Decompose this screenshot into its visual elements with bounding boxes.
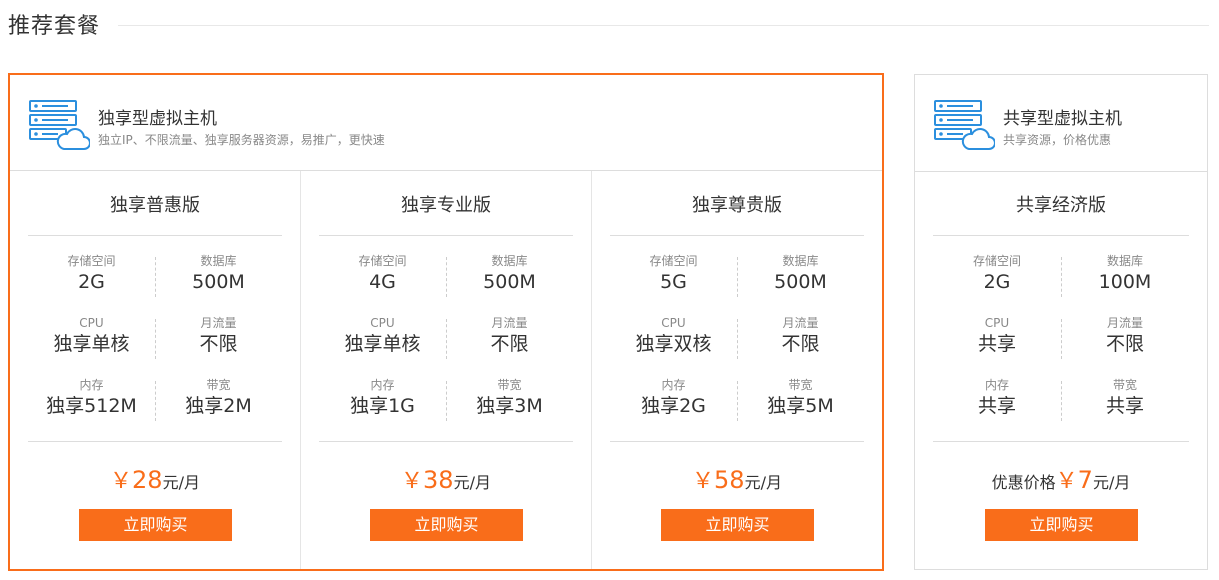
plan-list: 独享普惠版 存储空间 2G 数据库 500M CPU 独享单核 月流量 不限 内存 独享5… <box>10 171 882 569</box>
divider <box>610 441 864 442</box>
spec-database: 数据库 500M <box>155 253 282 301</box>
spec-grid: 存储空间 5G 数据库 500M CPU 独享双核 月流量 不限 内存 独享2G 带宽 独享… <box>610 253 864 433</box>
plan-column: 独享专业版 存储空间 4G 数据库 500M CPU 独享单核 月流量 不限 内存 独享1… <box>300 171 591 569</box>
server-cloud-icon <box>29 100 90 150</box>
plan-price: ￥28元/月 <box>110 466 200 494</box>
spec-traffic: 月流量 不限 <box>446 315 573 363</box>
spec-cpu: CPU 共享 <box>977 316 1016 355</box>
section-divider <box>118 25 1209 26</box>
divider <box>319 441 573 442</box>
card-title: 共享型虚拟主机 <box>1003 109 1122 129</box>
spec-cpu: CPU 独享单核 <box>53 316 130 355</box>
buy-now-button[interactable]: 立即购买 <box>79 509 232 541</box>
card-title: 独享型虚拟主机 <box>98 109 217 129</box>
spec-bandwidth: 带宽 独享2M <box>155 377 282 425</box>
plan-name: 独享尊贵版 <box>692 195 782 216</box>
spec-cpu: CPU 独享双核 <box>635 316 712 355</box>
spec-database: 数据库 500M <box>737 253 864 301</box>
card-description: 共享资源，价格优惠 <box>1003 133 1112 147</box>
plan-price: ￥38元/月 <box>401 466 491 494</box>
spec-bandwidth: 带宽 独享3M <box>446 377 573 425</box>
plan-name: 独享专业版 <box>401 195 491 216</box>
divider <box>28 441 282 442</box>
spec-grid: 存储空间 2G 数据库 100M CPU 共享 月流量 不限 内存 共享 带宽 共享 <box>933 253 1189 433</box>
divider <box>610 235 864 236</box>
spec-memory: 内存 独享2G <box>641 378 706 417</box>
plan-name: 共享经济版 <box>1016 195 1106 216</box>
spec-bandwidth: 带宽 共享 <box>1061 377 1189 425</box>
spec-database: 数据库 500M <box>446 253 573 301</box>
buy-now-button[interactable]: 立即购买 <box>985 509 1138 541</box>
section-title: 推荐套餐 <box>8 14 101 39</box>
server-cloud-icon <box>934 100 995 150</box>
divider <box>933 441 1189 442</box>
plan-list: 共享经济版 存储空间 2G 数据库 100M CPU 共享 月流量 不限 内存 共享 带宽… <box>915 171 1207 569</box>
section-header: 推荐套餐 <box>0 0 1219 50</box>
divider <box>28 235 282 236</box>
plan-column: 独享普惠版 存储空间 2G 数据库 500M CPU 独享单核 月流量 不限 内存 独享5… <box>10 171 300 569</box>
spec-memory: 内存 独享512M <box>46 378 137 417</box>
spec-grid: 存储空间 2G 数据库 500M CPU 独享单核 月流量 不限 内存 独享512M 带宽… <box>28 253 282 433</box>
spec-traffic: 月流量 不限 <box>155 315 282 363</box>
spec-storage: 存储空间 4G <box>358 254 407 293</box>
featured-hosting-card: 独享型虚拟主机 独立IP、不限流量、独享服务器资源，易推广，更快速 独享普惠版 … <box>8 73 884 571</box>
spec-storage: 存储空间 2G <box>972 254 1021 293</box>
spec-traffic: 月流量 不限 <box>1061 315 1189 363</box>
spec-grid: 存储空间 4G 数据库 500M CPU 独享单核 月流量 不限 内存 独享1G 带宽 独享… <box>319 253 573 433</box>
plan-column: 独享尊贵版 存储空间 5G 数据库 500M CPU 独享双核 月流量 不限 内存 独享2… <box>591 171 882 569</box>
card-description: 独立IP、不限流量、独享服务器资源，易推广，更快速 <box>98 133 385 147</box>
spec-storage: 存储空间 5G <box>649 254 698 293</box>
spec-storage: 存储空间 2G <box>67 254 116 293</box>
spec-memory: 内存 共享 <box>977 378 1016 417</box>
spec-cpu: CPU 独享单核 <box>344 316 421 355</box>
spec-traffic: 月流量 不限 <box>737 315 864 363</box>
plan-name: 独享普惠版 <box>110 195 200 216</box>
card-header: 独享型虚拟主机 独立IP、不限流量、独享服务器资源，易推广，更快速 <box>10 75 882 171</box>
divider <box>319 235 573 236</box>
card-header: 共享型虚拟主机 共享资源，价格优惠 <box>915 75 1207 172</box>
divider <box>933 235 1189 236</box>
plan-price: ￥58元/月 <box>692 466 782 494</box>
spec-database: 数据库 100M <box>1061 253 1189 301</box>
spec-bandwidth: 带宽 独享5M <box>737 377 864 425</box>
plan-column: 共享经济版 存储空间 2G 数据库 100M CPU 共享 月流量 不限 内存 共享 带宽… <box>915 171 1207 569</box>
buy-now-button[interactable]: 立即购买 <box>661 509 814 541</box>
buy-now-button[interactable]: 立即购买 <box>370 509 523 541</box>
spec-memory: 内存 独享1G <box>350 378 415 417</box>
plan-price: 优惠价格￥7元/月 <box>991 466 1131 494</box>
shared-hosting-card: 共享型虚拟主机 共享资源，价格优惠 共享经济版 存储空间 2G 数据库 100M C… <box>914 74 1208 570</box>
